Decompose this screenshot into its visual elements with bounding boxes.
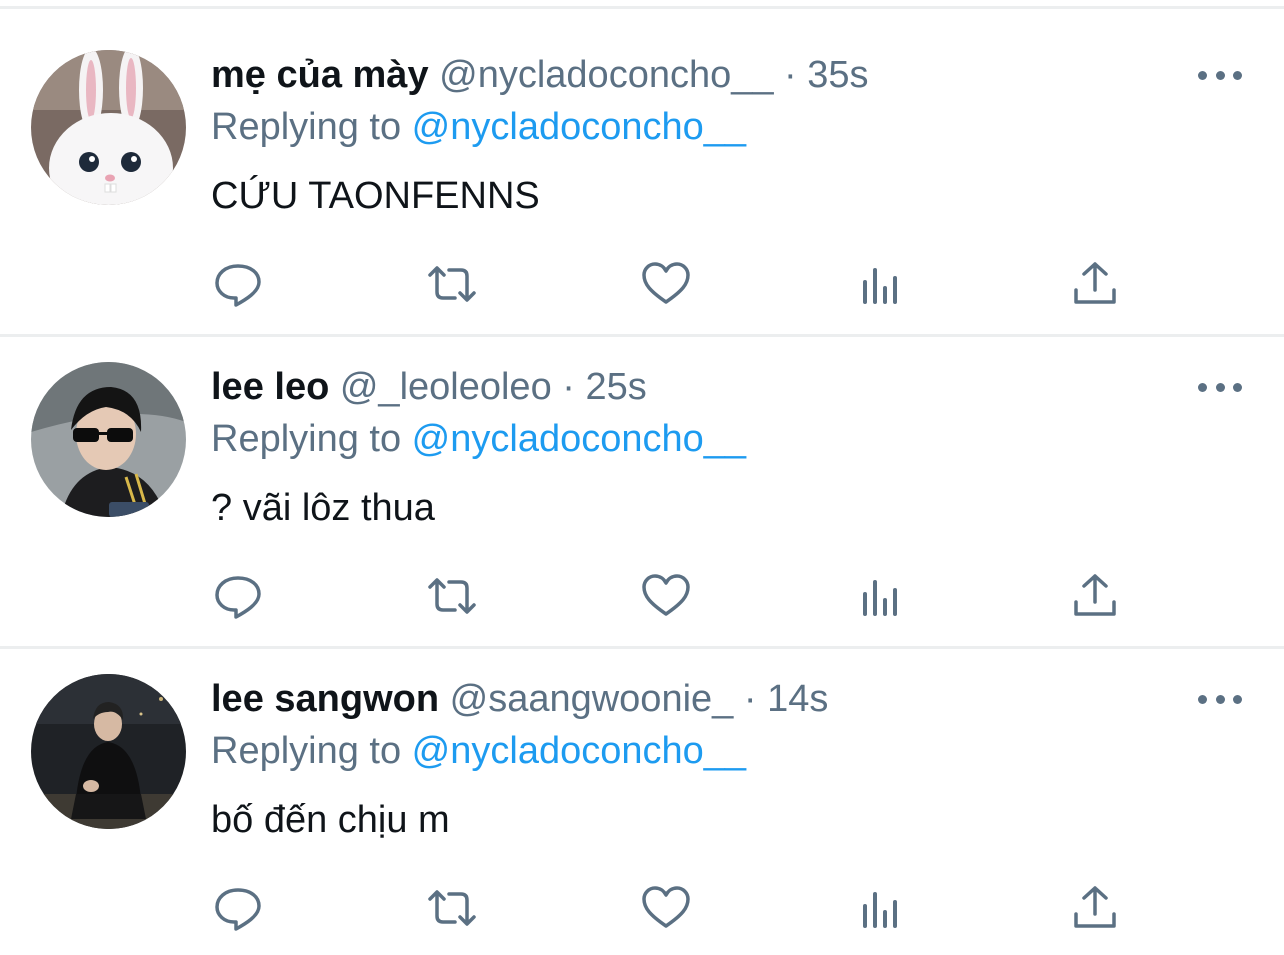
like-icon [642, 574, 690, 616]
separator: · [733, 678, 768, 720]
replying-prefix: Replying to [211, 106, 412, 148]
tweet-reply[interactable]: lee leo @_leoleoleo · 25s Replying to @n… [0, 312, 1284, 622]
person-sunglasses-avatar-icon [31, 362, 186, 517]
like-icon [642, 262, 690, 304]
more-icon [1198, 694, 1207, 704]
more-options-button[interactable] [1198, 372, 1242, 402]
person-night-avatar-icon [31, 674, 186, 829]
analytics-icon [863, 268, 897, 304]
display-name[interactable]: mẹ của mày [211, 54, 429, 96]
tweet-text: ? vãi lôz thua [211, 487, 435, 529]
share-icon [1074, 574, 1116, 616]
analytics-icon [863, 580, 897, 616]
more-icon-dot [1215, 382, 1225, 392]
retweet-button[interactable] [426, 258, 478, 310]
more-icon-dot [1215, 70, 1225, 80]
retweet-button[interactable] [426, 882, 478, 934]
display-name[interactable]: lee leo [211, 366, 329, 408]
like-icon [642, 886, 690, 928]
timestamp[interactable]: 14s [767, 678, 828, 720]
more-options-button[interactable] [1198, 684, 1242, 714]
retweet-icon [428, 578, 476, 614]
retweet-button[interactable] [426, 570, 478, 622]
analytics-button[interactable] [855, 570, 907, 622]
reply-button[interactable] [212, 882, 264, 934]
timestamp[interactable]: 35s [807, 54, 868, 96]
retweet-icon [428, 890, 476, 926]
handle[interactable]: @saangwoonie_ [450, 678, 734, 720]
replying-prefix: Replying to [211, 418, 412, 460]
share-button[interactable] [1069, 258, 1121, 310]
replying-to-link[interactable]: @nycladoconcho__ [412, 730, 746, 772]
tweet-header: lee leo @_leoleoleo · 25s [211, 364, 647, 410]
display-name[interactable]: lee sangwon [211, 678, 439, 720]
tweet-reply[interactable]: mẹ của mày @nycladoconcho__ · 35s Replyi… [0, 0, 1284, 310]
like-button[interactable] [640, 570, 692, 622]
tweet-header: lee sangwon @saangwoonie_ · 14s [211, 676, 828, 722]
share-icon [1074, 886, 1116, 928]
timestamp[interactable]: 25s [585, 366, 646, 408]
more-icon-dot [1233, 382, 1242, 392]
share-button[interactable] [1069, 882, 1121, 934]
share-icon [1074, 262, 1116, 304]
reply-icon [215, 888, 261, 931]
reply-icon [215, 576, 261, 619]
handle[interactable]: @_leoleoleo [340, 366, 552, 408]
avatar[interactable] [31, 50, 186, 205]
more-icon-dot [1233, 694, 1242, 704]
replying-prefix: Replying to [211, 730, 412, 772]
analytics-button[interactable] [855, 258, 907, 310]
avatar[interactable] [31, 674, 186, 829]
tweet-header: mẹ của mày @nycladoconcho__ · 35s [211, 52, 869, 98]
tweet-reply[interactable]: lee sangwon @saangwoonie_ · 14s Replying… [0, 624, 1284, 934]
bunny-avatar-icon [31, 50, 186, 205]
more-options-button[interactable] [1198, 60, 1242, 90]
separator: · [773, 54, 808, 96]
replying-to: Replying to @nycladoconcho__ [211, 104, 746, 150]
replying-to-link[interactable]: @nycladoconcho__ [412, 418, 746, 460]
separator: · [551, 366, 586, 408]
reply-button[interactable] [212, 258, 264, 310]
more-icon [1198, 70, 1207, 80]
replying-to: Replying to @nycladoconcho__ [211, 728, 746, 774]
handle[interactable]: @nycladoconcho__ [439, 54, 773, 96]
share-button[interactable] [1069, 570, 1121, 622]
replying-to: Replying to @nycladoconcho__ [211, 416, 746, 462]
replying-to-link[interactable]: @nycladoconcho__ [412, 106, 746, 148]
tweet-text: bố đến chịu m [211, 799, 450, 841]
reply-icon [215, 264, 261, 307]
more-icon-dot [1233, 70, 1242, 80]
retweet-icon [428, 266, 476, 302]
analytics-icon [863, 892, 897, 928]
tweet-text: CỨU TAONFENNS [211, 175, 540, 217]
like-button[interactable] [640, 258, 692, 310]
like-button[interactable] [640, 882, 692, 934]
analytics-button[interactable] [855, 882, 907, 934]
more-icon [1198, 382, 1207, 392]
more-icon-dot [1215, 694, 1225, 704]
avatar[interactable] [31, 362, 186, 517]
reply-button[interactable] [212, 570, 264, 622]
